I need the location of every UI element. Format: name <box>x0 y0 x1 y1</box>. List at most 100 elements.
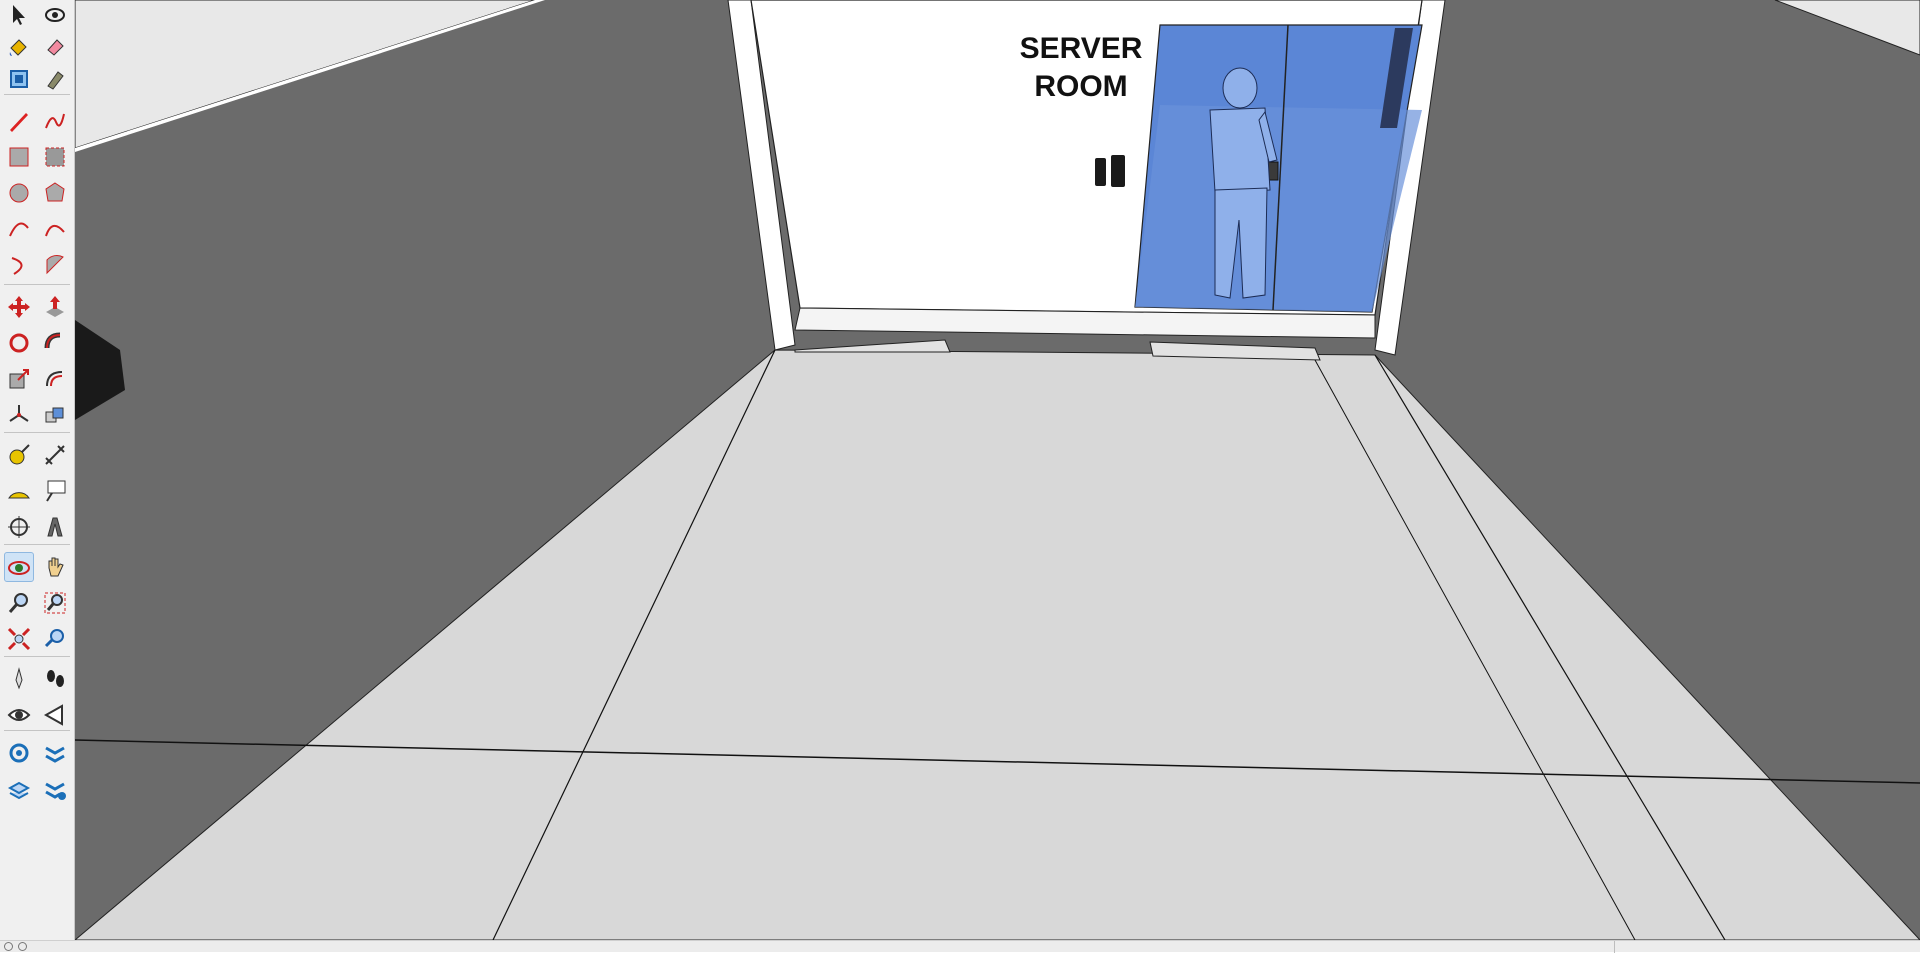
polygon-tool-button[interactable] <box>40 178 70 208</box>
move-tool-icon <box>8 296 30 318</box>
follow-me-tool-button[interactable] <box>40 328 70 358</box>
zoom-tool-button[interactable] <box>4 588 34 618</box>
walk-tool-button[interactable] <box>40 664 70 694</box>
protractor-tool-button[interactable] <box>4 476 34 506</box>
rotate-tool-button[interactable] <box>4 328 34 358</box>
solid-tools-icon <box>45 407 64 423</box>
previous-view-tool-button[interactable] <box>40 624 70 654</box>
paint-bucket-tool-button[interactable] <box>4 32 34 62</box>
extension-manager-tool-icon <box>45 782 66 800</box>
pan-tool-icon <box>48 557 64 577</box>
info-icon[interactable] <box>18 942 27 951</box>
card-reader <box>1095 158 1106 186</box>
three-point-arc-tool-button[interactable] <box>4 250 34 280</box>
axes-tool-icon <box>9 405 29 422</box>
two-point-arc-tool-button[interactable] <box>40 214 70 244</box>
previous-view-tool-icon <box>44 629 64 648</box>
pencil-line-tool-icon <box>10 113 28 132</box>
tag-tool-icon <box>47 71 64 90</box>
pie-tool-icon <box>46 254 64 275</box>
scale-tool-icon <box>9 369 29 389</box>
orbit-lasso-tool-button[interactable] <box>40 0 70 30</box>
3d-scene[interactable]: SERVER ROOM <box>75 0 1920 940</box>
axes-tool-button[interactable] <box>4 400 34 430</box>
extension-manager-tool-button[interactable] <box>40 774 70 804</box>
pan-tool-button[interactable] <box>40 552 70 582</box>
rectangle-tool-button[interactable] <box>4 142 34 172</box>
toolbar-separator <box>4 432 70 433</box>
orbit-tool-button[interactable] <box>4 552 34 582</box>
dimension-tool-icon <box>45 445 65 465</box>
zoom-tool-icon <box>8 593 28 613</box>
toolbar-separator <box>4 730 70 731</box>
warehouse-tool-button[interactable] <box>4 738 34 768</box>
warehouse-tool-icon <box>9 743 29 763</box>
layout-tool-button[interactable] <box>4 774 34 804</box>
freehand-tool-button[interactable] <box>40 106 70 136</box>
arc-tool-icon <box>9 222 29 237</box>
model-viewport[interactable]: SERVER ROOM <box>75 0 1920 940</box>
orbit-lasso-tool-icon <box>45 8 65 22</box>
zoom-window-tool-button[interactable] <box>40 588 70 618</box>
tape-measure-tool-button[interactable] <box>4 440 34 470</box>
eraser-tool-button[interactable] <box>40 32 70 62</box>
position-camera-tool-button[interactable] <box>4 664 34 694</box>
rotate-tool-icon <box>9 333 29 353</box>
sign-line-2: ROOM <box>1034 70 1127 103</box>
toolbar-separator <box>4 656 70 657</box>
toolbar-separator <box>4 544 70 545</box>
look-around-tool-button[interactable] <box>4 700 34 730</box>
zoom-window-tool-icon <box>44 592 66 614</box>
sign-line-1: SERVER <box>1020 32 1143 65</box>
geolocation-icon[interactable] <box>4 942 13 951</box>
3d-text-tool-button[interactable] <box>40 512 70 542</box>
toolbar-separator <box>4 94 70 95</box>
position-camera-tool-icon <box>15 667 23 690</box>
orbit-tool-icon <box>8 561 30 575</box>
scale-tool-button[interactable] <box>4 364 34 394</box>
status-bar <box>0 940 1920 953</box>
extension-warehouse-tool-button[interactable] <box>40 738 70 768</box>
3d-text-tool-icon <box>47 517 63 537</box>
two-point-arc-tool-icon <box>45 225 65 237</box>
offset-tool-icon <box>46 371 63 387</box>
dimension-tool-button[interactable] <box>40 440 70 470</box>
tag-tool-button[interactable] <box>40 64 70 94</box>
axes-position-tool-button[interactable] <box>4 512 34 542</box>
paint-bucket-tool-icon <box>9 39 27 56</box>
axes-position-tool-icon <box>8 516 30 538</box>
zoom-extents-tool-icon <box>7 627 31 651</box>
move-tool-button[interactable] <box>4 292 34 322</box>
solid-tools-button[interactable] <box>40 400 70 430</box>
drawing-toolbar <box>0 0 75 952</box>
offset-tool-button[interactable] <box>40 364 70 394</box>
toolbar-separator <box>4 284 70 285</box>
components-tool-button[interactable] <box>4 64 34 94</box>
select-tool-button[interactable] <box>4 0 34 30</box>
rotated-rectangle-tool-button[interactable] <box>40 142 70 172</box>
follow-me-tool-icon <box>44 332 61 349</box>
zoom-extents-tool-button[interactable] <box>4 624 34 654</box>
protractor-tool-icon <box>8 492 30 499</box>
text-tool-button[interactable] <box>40 476 70 506</box>
eraser-tool-icon <box>47 39 64 56</box>
extension-warehouse-tool-icon <box>45 746 65 763</box>
rectangle-tool-icon <box>9 147 29 167</box>
walk-tool-icon <box>47 670 64 687</box>
text-tool-icon <box>46 480 66 502</box>
arc-tool-button[interactable] <box>4 214 34 244</box>
look-around-tool-icon <box>7 709 31 721</box>
tape-measure-tool-icon <box>9 444 30 465</box>
components-tool-icon <box>10 70 28 88</box>
push-pull-tool-button[interactable] <box>40 292 70 322</box>
section-plane-tool-button[interactable] <box>40 700 70 730</box>
pencil-line-tool-button[interactable] <box>4 106 34 136</box>
three-point-arc-tool-icon <box>11 257 23 275</box>
keypad <box>1111 155 1125 187</box>
measurements-box[interactable] <box>1614 941 1920 953</box>
select-tool-icon <box>13 5 25 25</box>
circle-tool-button[interactable] <box>4 178 34 208</box>
circle-tool-icon <box>9 183 29 203</box>
push-pull-tool-icon <box>46 296 64 317</box>
pie-tool-button[interactable] <box>40 250 70 280</box>
